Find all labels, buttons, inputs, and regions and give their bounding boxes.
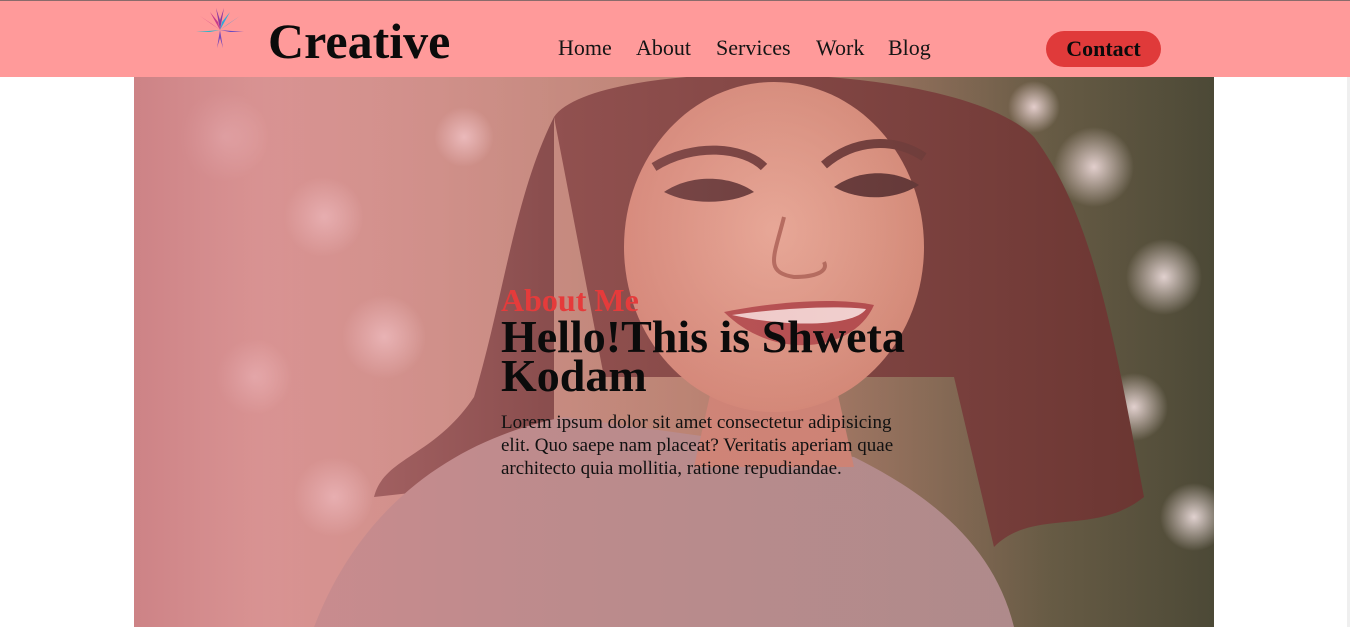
navbar: Creative Home About Services Work Blog C… bbox=[0, 1, 1350, 77]
nav-work[interactable]: Work bbox=[816, 34, 864, 62]
hero-headline: Hello!This is Shweta Kodam bbox=[501, 311, 905, 401]
hero-section: About Me Hello!This is Shweta Kodam Lore… bbox=[134, 77, 1214, 627]
nav-blog[interactable]: Blog bbox=[888, 34, 931, 62]
contact-button[interactable]: Contact bbox=[1046, 31, 1161, 67]
nav-services[interactable]: Services bbox=[716, 34, 791, 62]
brand-name[interactable]: Creative bbox=[268, 11, 450, 71]
lotus-icon[interactable] bbox=[191, 4, 249, 54]
nav-home[interactable]: Home bbox=[558, 34, 612, 62]
hero-paragraph: Lorem ipsum dolor sit amet consectetur a… bbox=[501, 412, 894, 479]
nav-about[interactable]: About bbox=[636, 34, 691, 62]
